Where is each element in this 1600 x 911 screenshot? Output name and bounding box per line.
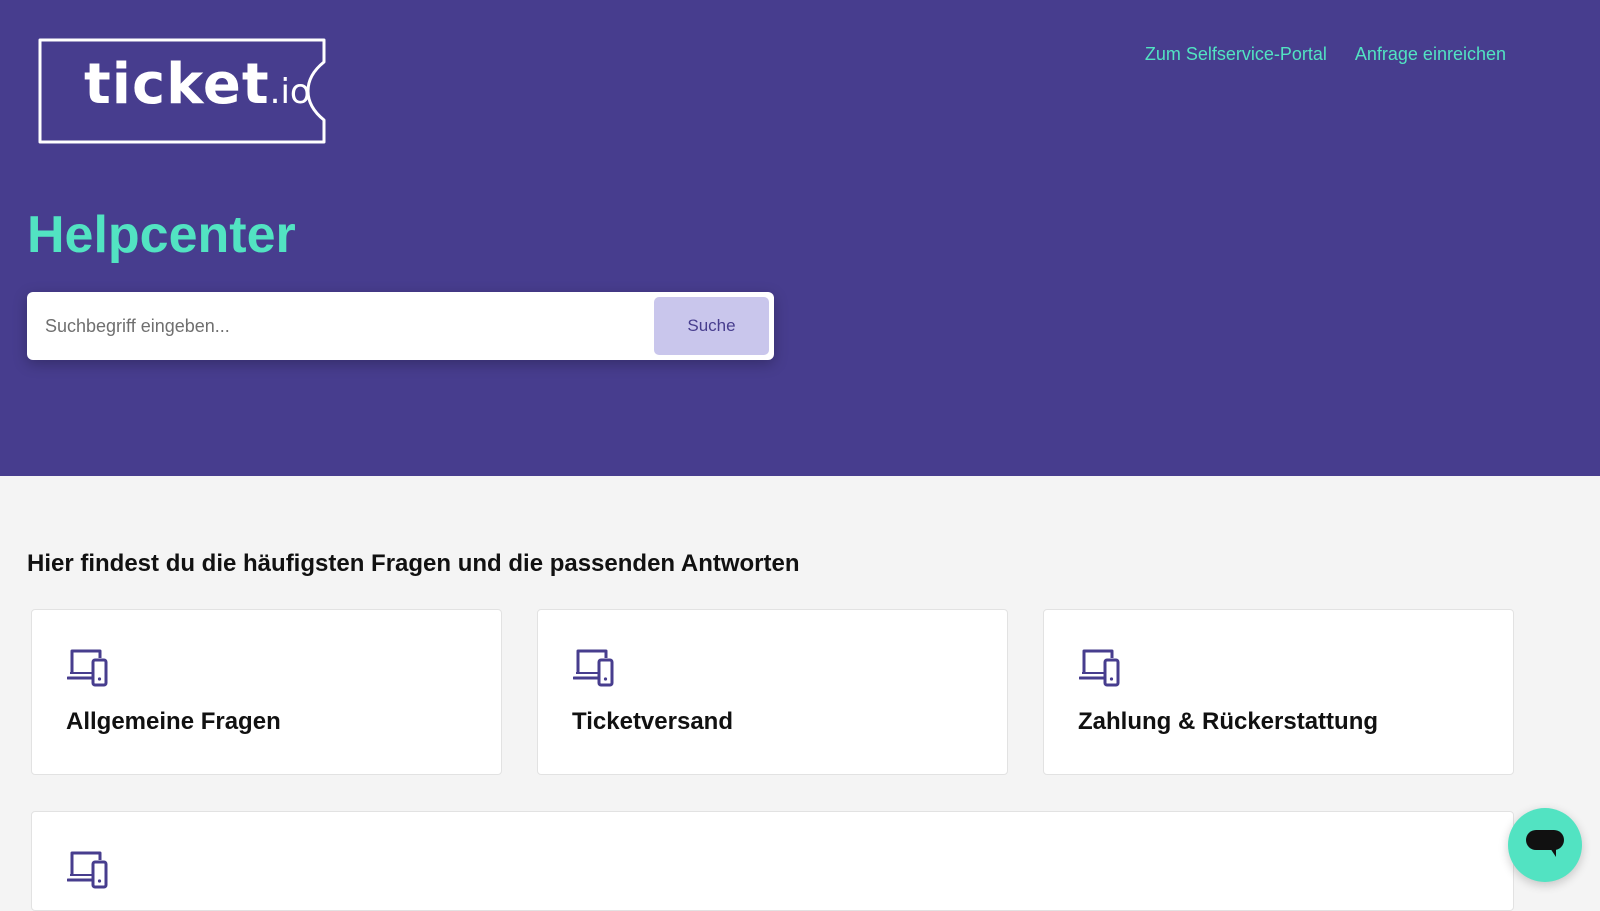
devices-icon [67, 649, 108, 687]
page-title: Helpcenter [27, 206, 296, 264]
hero-banner: ticket.io Zum Selfservice-Portal Anfrage… [0, 0, 1600, 476]
devices-icon [573, 649, 614, 687]
submit-request-link[interactable]: Anfrage einreichen [1355, 44, 1506, 65]
category-card-more[interactable] [31, 811, 1514, 911]
devices-icon [67, 851, 108, 889]
faq-heading: Hier findest du die häufigsten Fragen un… [27, 550, 800, 577]
category-title: Ticketversand [572, 708, 733, 735]
category-card-general[interactable]: Allgemeine Fragen [31, 609, 502, 775]
category-title: Zahlung & Rückerstattung [1078, 708, 1379, 735]
search-button[interactable]: Suche [654, 297, 769, 355]
category-card-payment-refund[interactable]: Zahlung & Rückerstattung [1043, 609, 1514, 775]
category-title: Allgemeine Fragen [66, 708, 281, 735]
devices-icon [1079, 649, 1120, 687]
ticketio-logo[interactable]: ticket.io [38, 38, 330, 144]
search-box: Suche [27, 292, 774, 360]
category-card-ticket-delivery[interactable]: Ticketversand [537, 609, 1008, 775]
selfservice-portal-link[interactable]: Zum Selfservice-Portal [1145, 44, 1327, 65]
top-navigation: Zum Selfservice-Portal Anfrage einreiche… [1145, 44, 1506, 65]
logo-wordmark: ticket.io [84, 52, 311, 117]
chat-button[interactable] [1508, 808, 1582, 882]
search-input[interactable] [27, 292, 647, 360]
chat-bubble-icon [1526, 830, 1564, 857]
